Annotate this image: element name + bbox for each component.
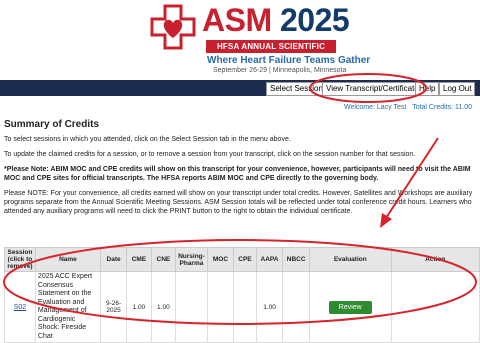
cme-value: 1.00 <box>126 271 152 343</box>
session-link[interactable]: S02 <box>14 304 26 311</box>
logout-button[interactable]: Log Out <box>439 82 476 96</box>
col-moc: MOC <box>206 247 235 272</box>
col-session: Session (click to remove) <box>4 247 36 272</box>
welcome-text: Welcome: Lacy Test <box>343 104 407 111</box>
col-date: Date <box>99 247 128 272</box>
review-button[interactable]: Review <box>328 300 372 314</box>
instructions-update: To update the claimed credits for a sess… <box>4 151 416 158</box>
select-session-button[interactable]: Select Session <box>266 82 327 96</box>
col-action: Action <box>390 247 480 272</box>
col-name: Name <box>34 247 101 272</box>
tagline: Where Heart Failure Teams Gather <box>207 55 371 66</box>
cne-value: 1.00 <box>150 271 177 343</box>
help-button[interactable]: Help <box>415 82 440 96</box>
auxiliary-note: Please NOTE: For your convenience, all c… <box>4 190 473 215</box>
nursing-value <box>175 271 208 343</box>
table-row: S02 2025 ACC Expert Consensus Statement … <box>4 271 480 343</box>
asm-title: ASM 2025 <box>202 2 350 38</box>
table-header-row: Session (click to remove) Name Date CME … <box>4 247 480 272</box>
aapa-value: 1.00 <box>255 271 284 343</box>
page-header: ASM 2025 HFSA ANNUAL SCIENTIFIC MEETING … <box>0 0 480 78</box>
moc-cpe-note: *Please Note: ABIM MOC and CPE credits w… <box>4 166 471 182</box>
heart-cross-logo-icon <box>150 4 196 50</box>
nbcc-value <box>282 271 311 343</box>
meeting-dates: September 26-29 | Minneapolis, Minnesota <box>213 67 347 74</box>
col-evaluation: Evaluation <box>309 247 392 272</box>
cpe-value <box>233 271 257 343</box>
welcome-line: Welcome: Lacy Test Total Credits: 11.00 <box>344 104 472 111</box>
instructions-select: To select sessions in which you attended… <box>4 136 291 143</box>
col-nbcc: NBCC <box>282 247 311 272</box>
col-aapa: AAPA <box>255 247 284 272</box>
total-credits: Total Credits: 11.00 <box>412 104 472 111</box>
moc-value <box>206 271 235 343</box>
col-nursing-pharma: Nursing-Pharma <box>175 247 208 272</box>
summary-section: Summary of Credits To select sessions in… <box>4 119 474 222</box>
col-cme: CME <box>126 247 152 272</box>
action-cell <box>390 271 480 343</box>
view-transcript-button[interactable]: View Transcript/Certificates <box>322 82 427 96</box>
col-cne: CNE <box>150 247 177 272</box>
summary-title: Summary of Credits <box>4 119 100 130</box>
meeting-banner: HFSA ANNUAL SCIENTIFIC MEETING <box>206 40 336 64</box>
evaluation-cell: Review <box>309 271 392 343</box>
col-cpe: CPE <box>233 247 257 272</box>
session-date: 9-26-2025 <box>99 271 128 343</box>
session-cell: S02 <box>4 271 36 343</box>
session-name: 2025 ACC Expert Consensus Statement on t… <box>34 271 101 343</box>
